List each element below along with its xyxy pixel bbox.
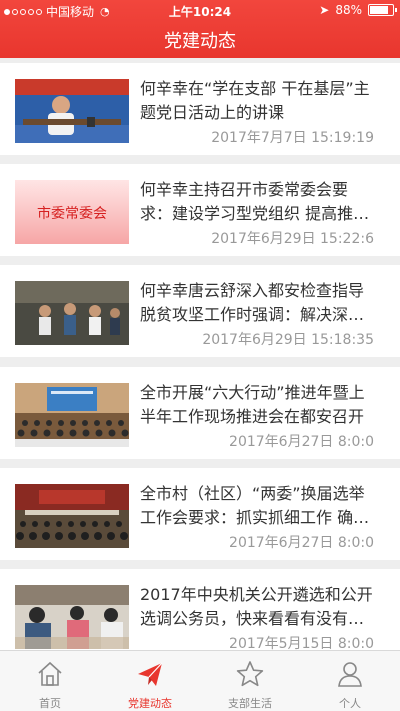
star-icon [236, 661, 264, 687]
person-icon [338, 662, 362, 687]
tab-branch-life[interactable]: 支部生活 [200, 651, 300, 711]
tab-label: 党建动态 [128, 697, 172, 710]
news-title: 何辛幸在“学在支部 干在基层”主题党日活动上的讲课 [140, 79, 370, 122]
news-thumbnail: 市委常委会 [15, 180, 129, 244]
news-thumbnail [15, 484, 129, 548]
tab-party-news[interactable]: 党建动态 [100, 651, 200, 711]
home-icon [38, 661, 62, 686]
news-date: 2017年6月29日 15:22:6 [211, 231, 374, 247]
tab-bar: 首页 党建动态 支部生活 个人 [0, 650, 400, 711]
news-item[interactable]: 全市村（社区）“两委”换届选举工作会要求：抓实抓细工作 确… 2017年6月27… [0, 468, 400, 560]
news-title: 全市开展“六大行动”推进年暨上半年工作现场推进会在都安召开 [140, 383, 365, 426]
news-item[interactable]: 全市开展“六大行动”推进年暨上半年工作现场推进会在都安召开 2017年6月27日… [0, 367, 400, 459]
battery-percent: 88% [335, 3, 362, 17]
news-title: 何辛幸唐云舒深入都安检查指导脱贫攻坚工作时强调：解决深… [140, 281, 365, 324]
news-date: 2017年6月27日 8:0:0 [229, 434, 374, 450]
news-item[interactable]: 市委常委会 何辛幸主持召开市委常委会要求：建设学习型党组织 提高推… 2017年… [0, 164, 400, 256]
news-date: 2017年6月29日 15:18:35 [202, 332, 374, 348]
news-thumbnail [15, 383, 129, 447]
paper-plane-icon [138, 662, 163, 686]
status-bar: 中国移动 ◔ 上午10:24 ➤ 88% [0, 0, 400, 20]
news-title: 全市村（社区）“两委”换届选举工作会要求：抓实抓细工作 确… [140, 484, 370, 527]
news-thumbnail [15, 585, 129, 649]
thumbnail-banner-text: 市委常委会 [37, 205, 107, 222]
news-date: 2017年7月7日 15:19:19 [211, 130, 374, 146]
location-arrow-icon: ➤ [319, 3, 330, 17]
news-thumbnail [15, 281, 129, 345]
app-header: 中国移动 ◔ 上午10:24 ➤ 88% 党建动态 [0, 0, 400, 58]
news-item[interactable]: 2017年中央机关公开遴选和公开选调公务员，快来看看有没有… 2017年5月15… [0, 569, 400, 661]
news-date: 2017年6月27日 8:0:0 [229, 535, 374, 551]
news-item[interactable]: 何辛幸唐云舒深入都安检查指导脱贫攻坚工作时强调：解决深… 2017年6月29日 … [0, 265, 400, 357]
news-title: 何辛幸主持召开市委常委会要求：建设学习型党组织 提高推… [140, 180, 370, 223]
tab-label: 支部生活 [228, 697, 272, 710]
tab-label: 个人 [339, 697, 361, 710]
news-item[interactable]: 何辛幸在“学在支部 干在基层”主题党日活动上的讲课 2017年7月7日 15:1… [0, 63, 400, 155]
tab-personal[interactable]: 个人 [300, 651, 400, 711]
battery-icon [368, 4, 397, 16]
tab-home[interactable]: 首页 [0, 651, 100, 711]
page-title: 党建动态 [164, 31, 236, 52]
tab-label: 首页 [39, 697, 61, 710]
news-title: 2017年中央机关公开遴选和公开选调公务员，快来看看有没有… [140, 585, 373, 628]
news-thumbnail [15, 79, 129, 143]
